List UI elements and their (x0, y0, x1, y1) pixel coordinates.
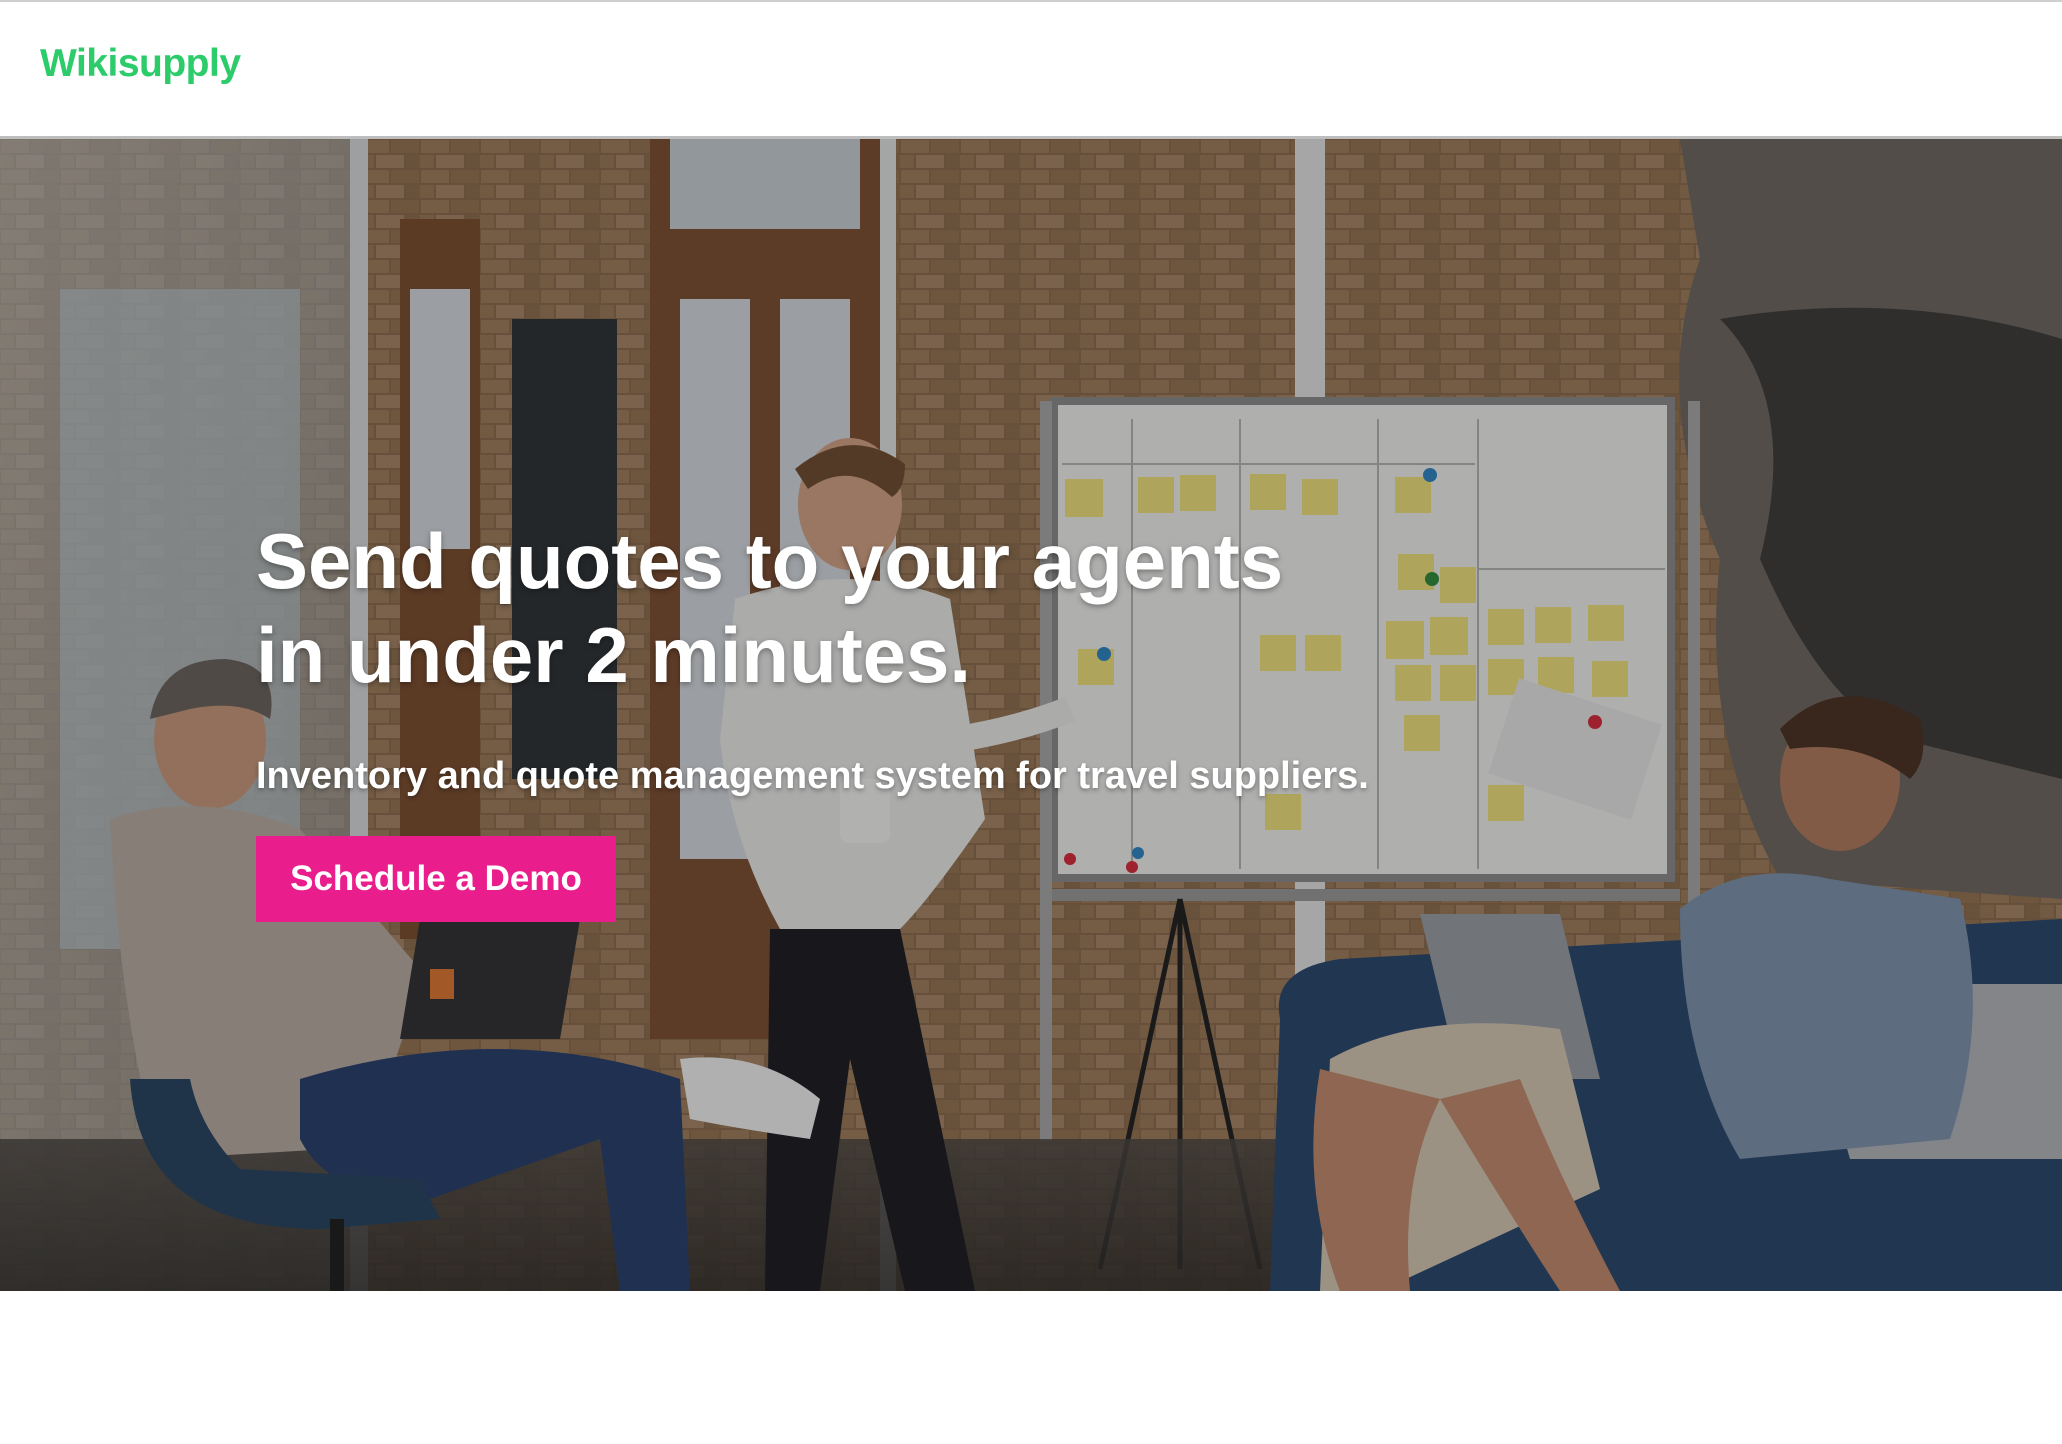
site-header: Wikisupply (0, 2, 2062, 139)
hero-headline: Send quotes to your agents in under 2 mi… (256, 514, 1556, 702)
hero-headline-line-2: in under 2 minutes. (256, 611, 972, 699)
page-bottom-whitespace (0, 1291, 2062, 1444)
hero-subheadline: Inventory and quote management system fo… (256, 755, 1369, 797)
hero-headline-line-1: Send quotes to your agents (256, 517, 1284, 605)
logo[interactable]: Wikisupply (40, 42, 241, 86)
schedule-demo-button[interactable]: Schedule a Demo (256, 836, 616, 922)
hero-section: Send quotes to your agents in under 2 mi… (0, 139, 2062, 1291)
hero-content: Send quotes to your agents in under 2 mi… (256, 514, 1556, 922)
